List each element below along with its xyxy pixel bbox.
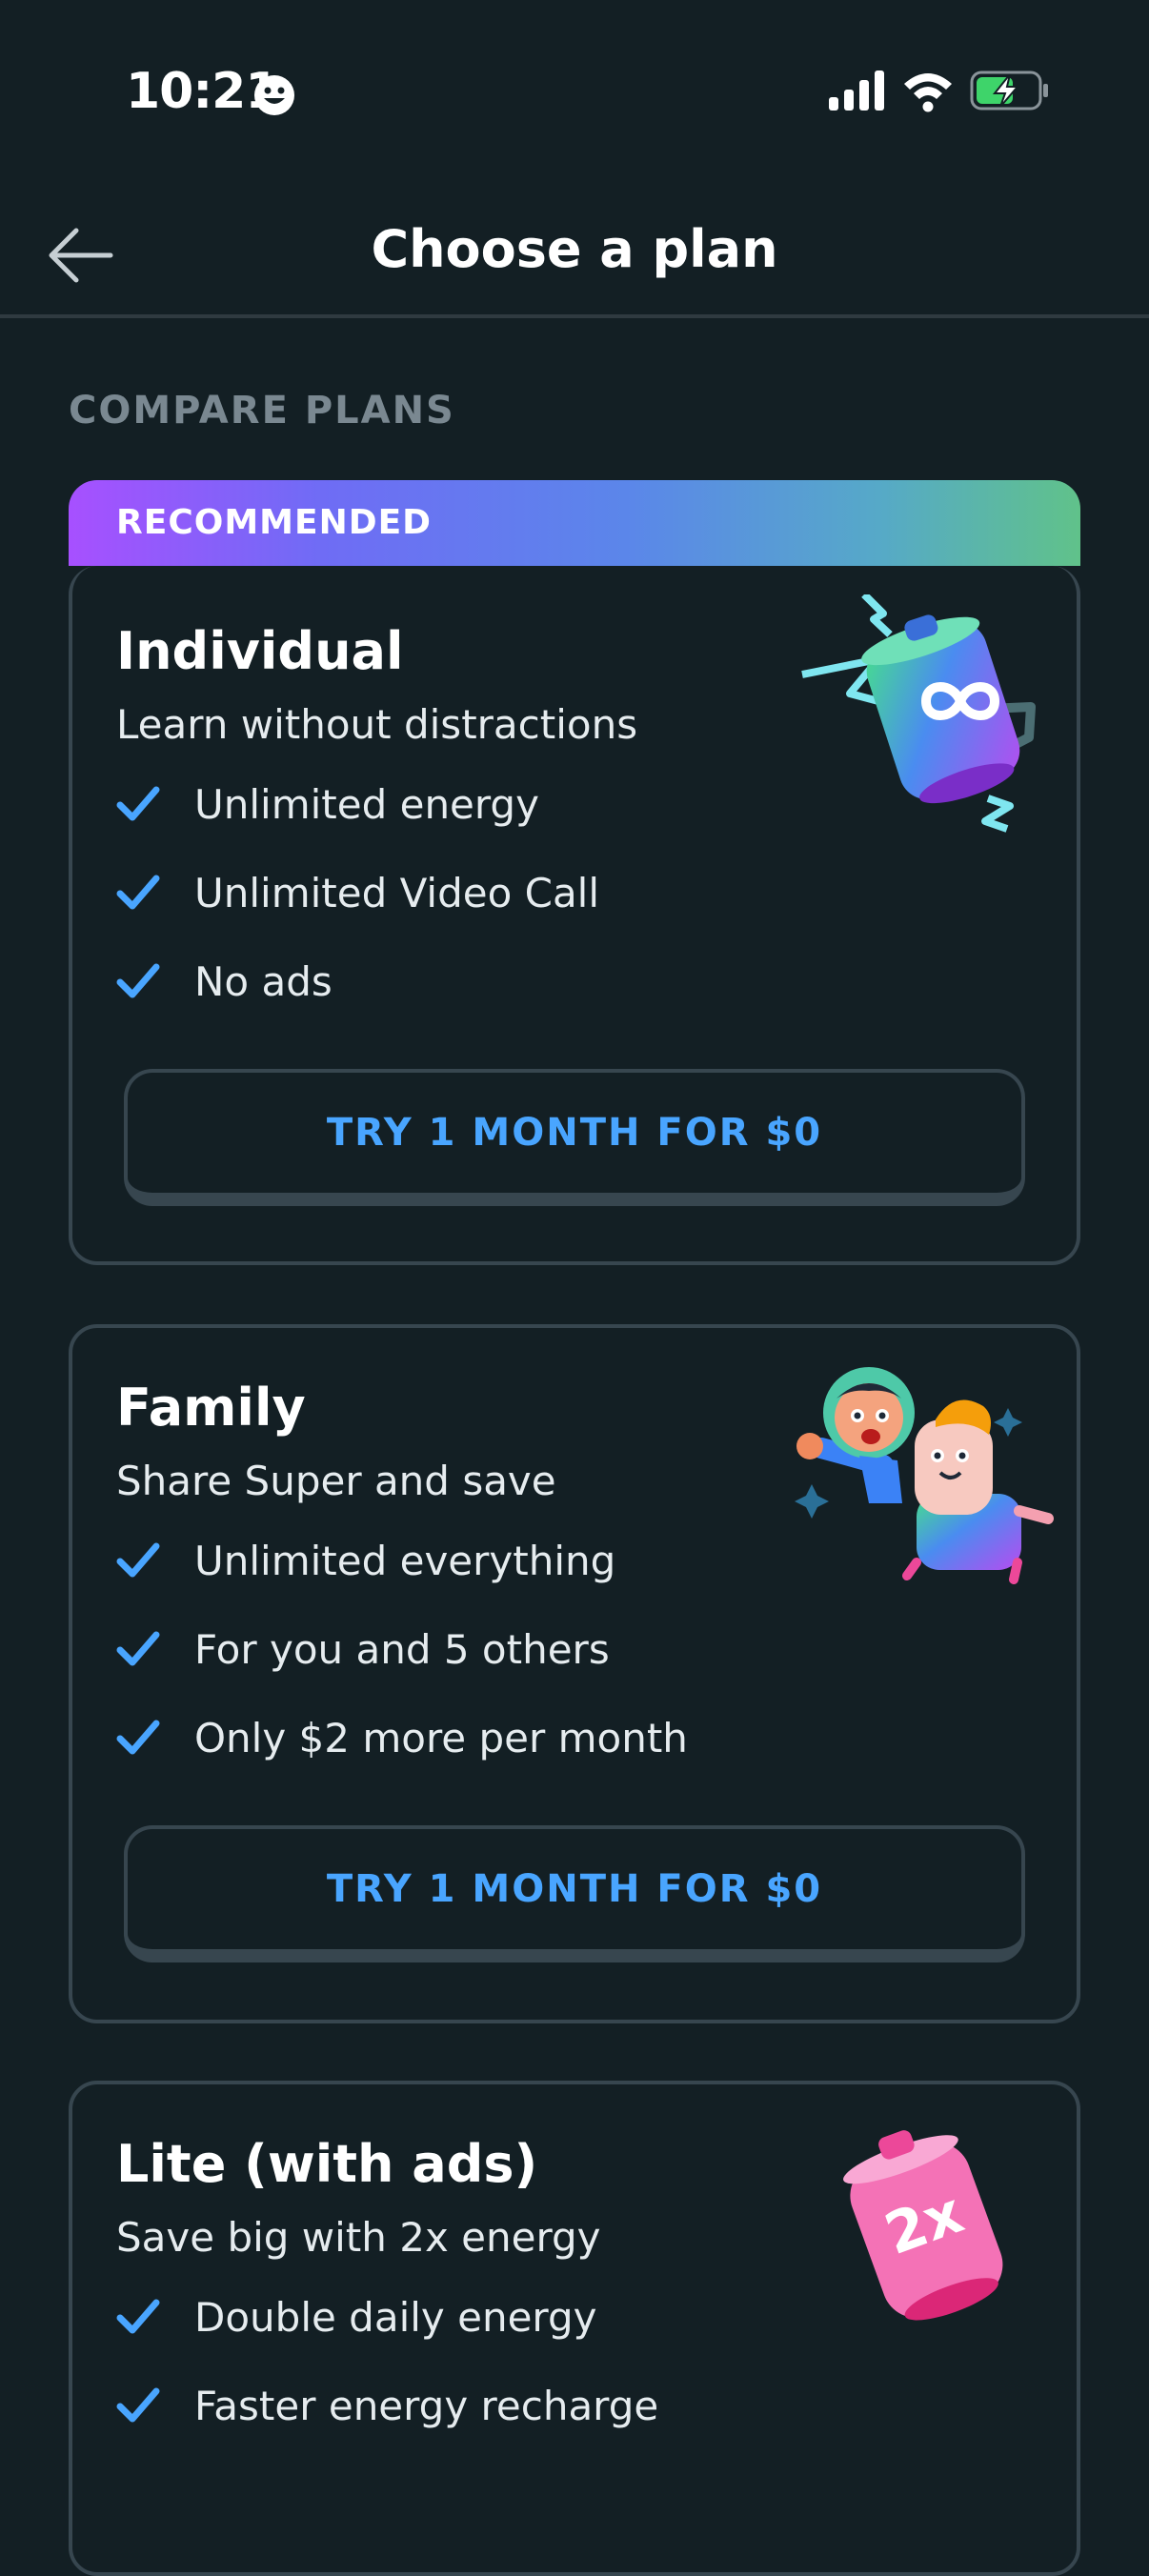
feature-text: Unlimited Video Call	[194, 869, 600, 916]
plan-name: Lite (with ads)	[116, 2134, 538, 2194]
battery-charging-icon	[970, 70, 1048, 111]
check-icon	[116, 2387, 160, 2423]
feature-item: Only $2 more per month	[116, 1709, 688, 1766]
feature-item: Double daily energy	[116, 2288, 596, 2345]
cellular-signal-icon	[829, 70, 884, 111]
plan-card-lite: Lite (with ads) Save big with 2x energy …	[69, 2081, 1080, 2576]
feature-text: Double daily energy	[194, 2293, 597, 2341]
feature-item: Unlimited Video Call	[116, 864, 599, 921]
plan-name: Individual	[116, 621, 404, 681]
check-icon	[116, 786, 160, 821]
check-icon	[116, 1631, 160, 1666]
recommended-banner: RECOMMENDED	[69, 480, 1080, 566]
feature-text: Unlimited energy	[194, 780, 539, 828]
feature-item: Faster energy recharge	[116, 2377, 658, 2434]
plan-subtitle: Save big with 2x energy	[116, 2214, 601, 2261]
plan-name: Family	[116, 1378, 306, 1438]
feature-item: For you and 5 others	[116, 1620, 610, 1678]
feature-text: For you and 5 others	[194, 1625, 610, 1673]
feature-item: Unlimited energy	[116, 775, 539, 833]
status-bar: 10:21	[0, 0, 1149, 191]
smiley-face-icon	[254, 75, 294, 115]
feature-text: Only $2 more per month	[194, 1714, 688, 1761]
top-nav-header: Choose a plan	[0, 191, 1149, 318]
feature-text: No ads	[194, 957, 333, 1005]
check-icon	[116, 1720, 160, 1755]
plan-subtitle: Share Super and save	[116, 1458, 556, 1504]
wifi-icon	[904, 73, 952, 112]
plan-card-family: Family Share Super and save Unlimited ev…	[69, 1324, 1080, 2023]
2x-battery-illustration: 2x	[843, 2130, 1003, 2321]
flying-characters-illustration	[795, 1367, 1054, 1584]
try-free-month-button[interactable]: TRY 1 MONTH FOR $0	[124, 1825, 1025, 1962]
check-icon	[116, 963, 160, 998]
feature-item: No ads	[116, 953, 333, 1010]
section-label: COMPARE PLANS	[69, 389, 455, 433]
try-free-month-button[interactable]: TRY 1 MONTH FOR $0	[124, 1069, 1025, 1206]
infinity-energy-battery-illustration	[801, 594, 1036, 833]
check-icon	[116, 2299, 160, 2334]
check-icon	[116, 875, 160, 910]
feature-text: Faster energy recharge	[194, 2382, 659, 2429]
page-title: Choose a plan	[371, 219, 778, 279]
recommended-badge-label: RECOMMENDED	[116, 503, 433, 542]
feature-text: Unlimited everything	[194, 1537, 616, 1584]
plan-card-individual: RECOMMENDED Individual Learn without dis…	[69, 480, 1080, 1265]
plan-subtitle: Learn without distractions	[116, 701, 638, 748]
check-icon	[116, 1542, 160, 1578]
feature-item: Unlimited everything	[116, 1532, 615, 1589]
